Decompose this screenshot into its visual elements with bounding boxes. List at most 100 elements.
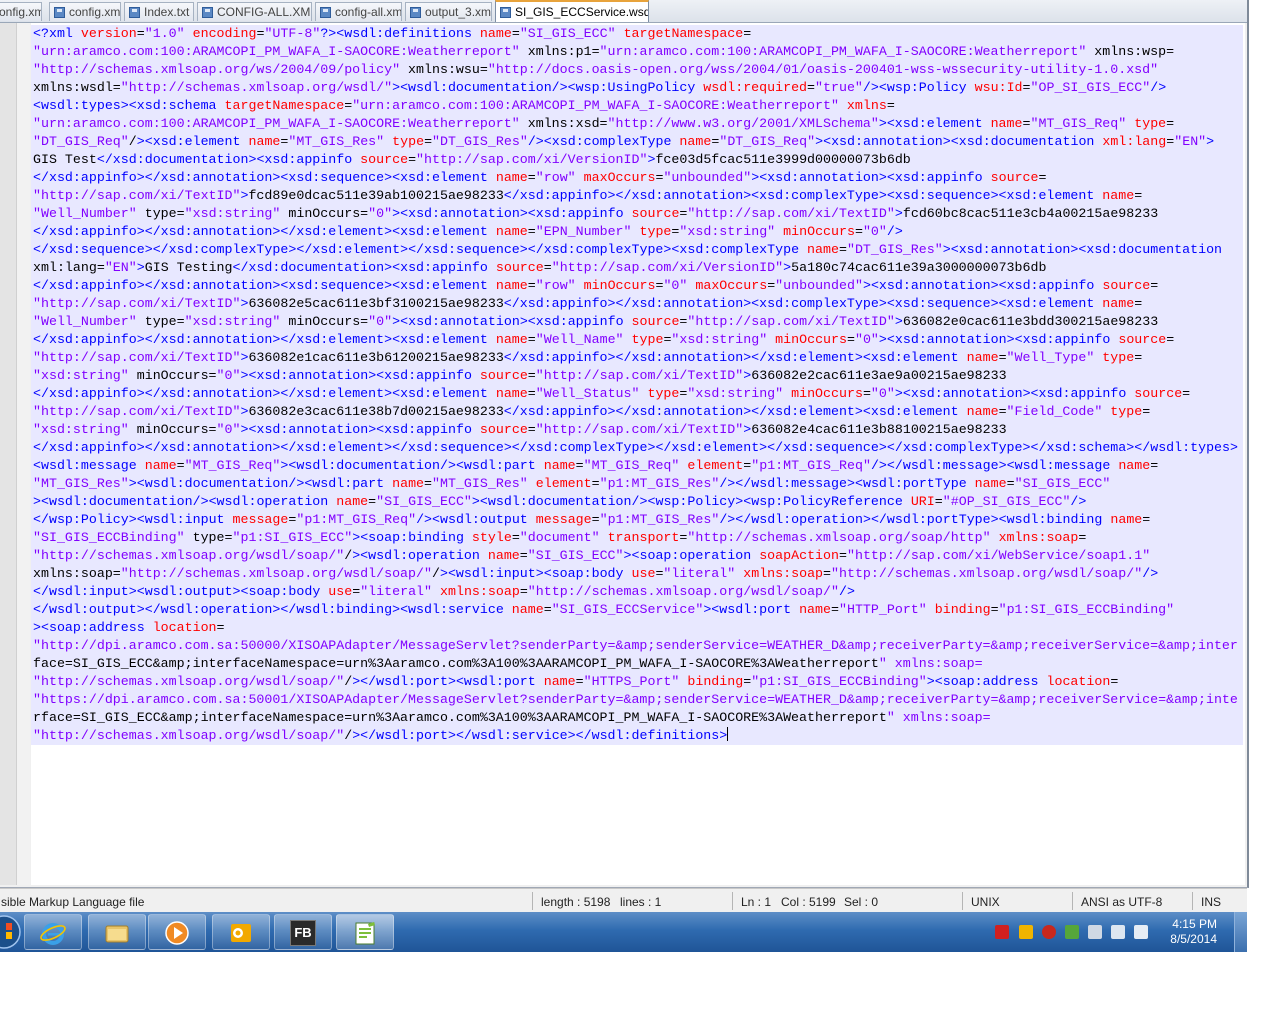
tab-label: SI_GIS_ECCService.wsdl xyxy=(515,5,649,19)
code-line[interactable]: "http://sap.com/xi/TextID">636082e1cac61… xyxy=(33,349,1243,367)
notepad-plus-plus-icon xyxy=(355,922,375,945)
status-filetype: sible Markup Language file xyxy=(1,895,145,909)
tab-label: config.xml xyxy=(0,5,41,19)
system-clock[interactable]: 4:15 PM 8/5/2014 xyxy=(1170,917,1217,947)
status-separator xyxy=(532,892,533,910)
code-line[interactable]: "https://dpi.aramco.com.sa:50001/XISOAPA… xyxy=(33,691,1243,709)
tab-config-xml-1[interactable]: config.xml xyxy=(0,2,42,21)
file-icon xyxy=(410,7,421,18)
file-icon xyxy=(129,7,140,18)
code-line[interactable]: <?xml version="1.0" encoding="UTF-8"?><w… xyxy=(33,25,1243,43)
code-content[interactable]: <?xml version="1.0" encoding="UTF-8"?><w… xyxy=(33,25,1243,745)
code-line[interactable]: </wsp:Policy><wsdl:input message="p1:MT_… xyxy=(33,511,1243,529)
fold-margin[interactable] xyxy=(17,23,30,885)
code-line[interactable]: </wsdl:input><wsdl:output><soap:body use… xyxy=(33,583,1243,601)
status-separator xyxy=(732,892,733,910)
status-ln: Ln : 1 xyxy=(741,895,772,909)
code-line[interactable]: <wsdl:types><xsd:schema targetNamespace=… xyxy=(33,97,1243,115)
code-line[interactable]: "xsd:string" minOccurs="0"><xsd:annotati… xyxy=(33,367,1243,385)
internet-explorer-icon xyxy=(40,923,66,945)
code-line[interactable]: ><wsdl:documentation/><wsdl:operation na… xyxy=(33,493,1243,511)
taskbar-media-player-button[interactable] xyxy=(148,914,206,950)
tab-config-all-xml-upper[interactable]: CONFIG-ALL.XML xyxy=(197,2,312,21)
code-line[interactable]: "http://sap.com/xi/TextID">636082e3cac61… xyxy=(33,403,1243,421)
code-line[interactable]: "http://schemas.xmlsoap.org/ws/2004/09/p… xyxy=(33,61,1243,79)
volume-muted-icon[interactable] xyxy=(1134,925,1148,939)
code-line[interactable]: </wsdl:output></wsdl:operation></wsdl:bi… xyxy=(33,601,1243,619)
status-separator xyxy=(1072,892,1073,910)
status-sel: Sel : 0 xyxy=(844,895,879,909)
status-insert-mode: INS xyxy=(1201,895,1222,909)
start-orb-icon[interactable] xyxy=(0,914,22,950)
code-line[interactable]: "Well_Number" type="xsd:string" minOccur… xyxy=(33,205,1243,223)
tab-index-txt[interactable]: Index.txt xyxy=(124,2,194,21)
outlook-icon xyxy=(231,924,251,942)
taskbar-flashbuilder-button[interactable]: FB xyxy=(274,914,332,950)
tab-label: CONFIG-ALL.XML xyxy=(217,5,312,19)
status-separator xyxy=(1192,892,1193,910)
code-line[interactable]: xmlns:soap="http://schemas.xmlsoap.org/w… xyxy=(33,565,1243,583)
status-bar: sible Markup Language file length : 5198… xyxy=(0,888,1247,913)
notification-area: 4:15 PM 8/5/2014 xyxy=(985,912,1247,952)
notepad-plus-plus-window: config.xml config.xml Index.txt CONFIG-A… xyxy=(0,0,1249,913)
antivirus-shield-icon[interactable] xyxy=(1042,925,1056,939)
code-line[interactable]: "DT_GIS_Req"/><xsd:element name="MT_GIS_… xyxy=(33,133,1243,151)
code-line[interactable]: face=SI_GIS_ECC&amp;interfaceNamespace=u… xyxy=(33,655,1243,673)
code-line[interactable]: "MT_GIS_Res"><wsdl:documentation/><wsdl:… xyxy=(33,475,1243,493)
network-icon[interactable] xyxy=(1111,925,1125,939)
file-icon xyxy=(54,7,65,18)
code-line[interactable]: ><soap:address location= xyxy=(33,619,1243,637)
line-number-margin[interactable] xyxy=(0,23,17,885)
status-lines: lines : 1 xyxy=(620,895,662,909)
clock-time: 4:15 PM xyxy=(1172,917,1217,931)
tab-label: output_3.xml xyxy=(425,5,492,19)
adobe-icon[interactable] xyxy=(995,925,1009,939)
code-line[interactable]: <wsdl:message name="MT_GIS_Req"><wsdl:do… xyxy=(33,457,1243,475)
taskbar-notepadpp-button[interactable] xyxy=(336,914,394,950)
code-line[interactable]: </xsd:sequence></xsd:complexType></xsd:e… xyxy=(33,241,1243,259)
taskbar-ie-button[interactable] xyxy=(24,914,82,950)
file-icon xyxy=(320,7,331,18)
tab-config-xml-2[interactable]: config.xml xyxy=(49,2,121,21)
tab-config-all-xml[interactable]: config-all.xml xyxy=(315,2,402,21)
code-line[interactable]: "http://schemas.xmlsoap.org/wsdl/soap/"/… xyxy=(33,727,1243,745)
code-line[interactable]: "http://schemas.xmlsoap.org/wsdl/soap/"/… xyxy=(33,673,1243,691)
code-line[interactable]: GIS Test</xsd:documentation><xsd:appinfo… xyxy=(33,151,1243,169)
code-line[interactable]: </xsd:appinfo></xsd:annotation><xsd:sequ… xyxy=(33,169,1243,187)
code-line[interactable]: "http://schemas.xmlsoap.org/wsdl/soap/"/… xyxy=(33,547,1243,565)
code-line[interactable]: xmlns:wsdl="http://schemas.xmlsoap.org/w… xyxy=(33,79,1243,97)
code-line[interactable]: </xsd:appinfo></xsd:annotation></xsd:ele… xyxy=(33,385,1243,403)
show-desktop-button[interactable] xyxy=(1234,912,1247,952)
clock-date: 8/5/2014 xyxy=(1170,932,1217,946)
code-line[interactable]: xml:lang="EN">GIS Testing</xsd:documenta… xyxy=(33,259,1243,277)
code-line[interactable]: rface=SI_GIS_ECC&amp;interfaceNamespace=… xyxy=(33,709,1243,727)
code-line[interactable]: </xsd:appinfo></xsd:annotation></xsd:ele… xyxy=(33,439,1243,457)
code-line[interactable]: "http://sap.com/xi/TextID">fcd89e0dcac51… xyxy=(33,187,1243,205)
action-center-flag-icon[interactable] xyxy=(1088,925,1102,939)
network-tool-icon[interactable] xyxy=(1065,925,1079,939)
document-tab-bar: config.xml config.xml Index.txt CONFIG-A… xyxy=(0,0,1247,23)
tab-label: Index.txt xyxy=(144,5,190,19)
text-cursor xyxy=(727,727,729,741)
taskbar-outlook-button[interactable] xyxy=(212,914,270,950)
code-line[interactable]: "Well_Number" type="xsd:string" minOccur… xyxy=(33,313,1243,331)
status-eol: UNIX xyxy=(971,895,1000,909)
tab-output-3-xml[interactable]: output_3.xml xyxy=(405,2,492,21)
code-line[interactable]: "urn:aramco.com:100:ARAMCOPI_PM_WAFA_I-S… xyxy=(33,43,1243,61)
status-separator xyxy=(962,892,963,910)
folder-icon xyxy=(105,925,129,943)
code-line[interactable]: </xsd:appinfo></xsd:annotation></xsd:ele… xyxy=(33,223,1243,241)
code-line[interactable]: "http://dpi.aramco.com.sa:50000/XISOAPAd… xyxy=(33,637,1243,655)
office-icon[interactable] xyxy=(1019,925,1033,939)
tab-si-gis-eccservice-wsdl[interactable]: SI_GIS_ECCService.wsdl xyxy=(495,0,649,22)
file-icon xyxy=(202,7,213,18)
code-line[interactable]: "xsd:string" minOccurs="0"><xsd:annotati… xyxy=(33,421,1243,439)
code-line[interactable]: </xsd:appinfo></xsd:annotation></xsd:ele… xyxy=(33,331,1243,349)
code-line[interactable]: "SI_GIS_ECCBinding" type="p1:SI_GIS_ECC"… xyxy=(33,529,1243,547)
taskbar-explorer-button[interactable] xyxy=(88,914,146,950)
tab-label: config.xml xyxy=(69,5,121,19)
code-line[interactable]: </xsd:appinfo></xsd:annotation><xsd:sequ… xyxy=(33,277,1243,295)
code-line[interactable]: "urn:aramco.com:100:ARAMCOPI_PM_WAFA_I-S… xyxy=(33,115,1243,133)
code-line[interactable]: "http://sap.com/xi/TextID">636082e5cac61… xyxy=(33,295,1243,313)
status-encoding: ANSI as UTF-8 xyxy=(1081,895,1163,909)
